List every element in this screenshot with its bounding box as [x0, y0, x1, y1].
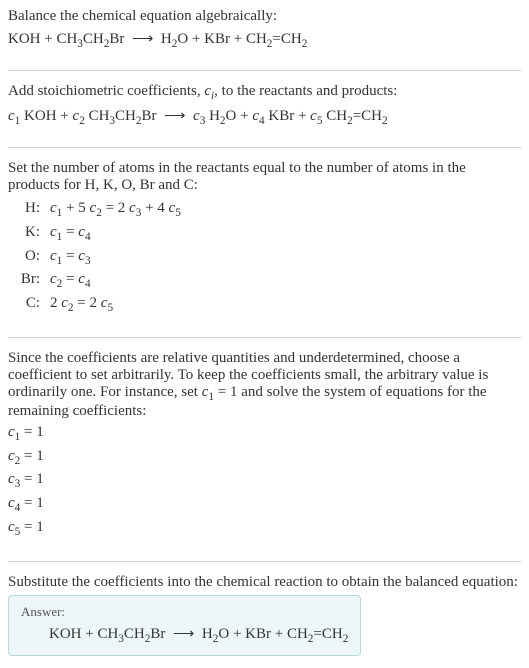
- balance-label: O:: [12, 246, 40, 267]
- equation-unbalanced: KOH + CH3CH2Br ⟶ H2O + KBr + CH2=CH2: [8, 29, 521, 50]
- section-title: Balance the chemical equation algebraica…: [8, 8, 521, 25]
- balance-row: Br: c2 = c4: [12, 269, 521, 293]
- equation-with-coeffs: c1 KOH + c2 CH3CH2Br ⟶ c3 H2O + c4 KBr +…: [8, 106, 521, 127]
- coefficient-value: c1 = 1: [8, 422, 521, 446]
- balance-equation: c2 = c4: [50, 269, 91, 293]
- balance-equation: c1 = c3: [50, 246, 91, 270]
- balance-equation: 2 c2 = 2 c5: [50, 293, 113, 317]
- divider: [8, 147, 521, 148]
- balance-equation: c1 + 5 c2 = 2 c3 + 4 c5: [50, 198, 181, 222]
- coefficient-value: c2 = 1: [8, 446, 521, 470]
- section-stoich: Add stoichiometric coefficients, ci, to …: [8, 83, 521, 148]
- balance-label: C:: [12, 293, 40, 314]
- balance-row: O: c1 = c3: [12, 246, 521, 270]
- balance-row: C: 2 c2 = 2 c5: [12, 293, 521, 317]
- divider: [8, 561, 521, 562]
- section-title: Add stoichiometric coefficients, ci, to …: [8, 83, 521, 102]
- answer-label: Answer:: [21, 604, 348, 620]
- balance-table: H: c1 + 5 c2 = 2 c3 + 4 c5 K: c1 = c4 O:…: [12, 198, 521, 317]
- coefficient-list: c1 = 1 c2 = 1 c3 = 1 c4 = 1 c5 = 1: [8, 422, 521, 541]
- divider: [8, 70, 521, 71]
- section-balance: Balance the chemical equation algebraica…: [8, 8, 521, 71]
- coefficient-value: c5 = 1: [8, 517, 521, 541]
- section-atom-balance: Set the number of atoms in the reactants…: [8, 160, 521, 338]
- balance-row: K: c1 = c4: [12, 222, 521, 246]
- coefficient-value: c3 = 1: [8, 469, 521, 493]
- section-title: Set the number of atoms in the reactants…: [8, 160, 521, 194]
- balance-label: K:: [12, 222, 40, 243]
- section-title: Substitute the coefficients into the che…: [8, 574, 521, 591]
- balance-label: H:: [12, 198, 40, 219]
- balance-row: H: c1 + 5 c2 = 2 c3 + 4 c5: [12, 198, 521, 222]
- coefficient-value: c4 = 1: [8, 493, 521, 517]
- section-solve: Since the coefficients are relative quan…: [8, 350, 521, 562]
- balance-equation: c1 = c4: [50, 222, 91, 246]
- section-answer: Substitute the coefficients into the che…: [8, 574, 521, 656]
- answer-box: Answer: KOH + CH3CH2Br ⟶ H2O + KBr + CH2…: [8, 595, 361, 656]
- section-title: Since the coefficients are relative quan…: [8, 350, 521, 420]
- balance-label: Br:: [12, 269, 40, 290]
- divider: [8, 337, 521, 338]
- balanced-equation: KOH + CH3CH2Br ⟶ H2O + KBr + CH2=CH2: [21, 624, 348, 645]
